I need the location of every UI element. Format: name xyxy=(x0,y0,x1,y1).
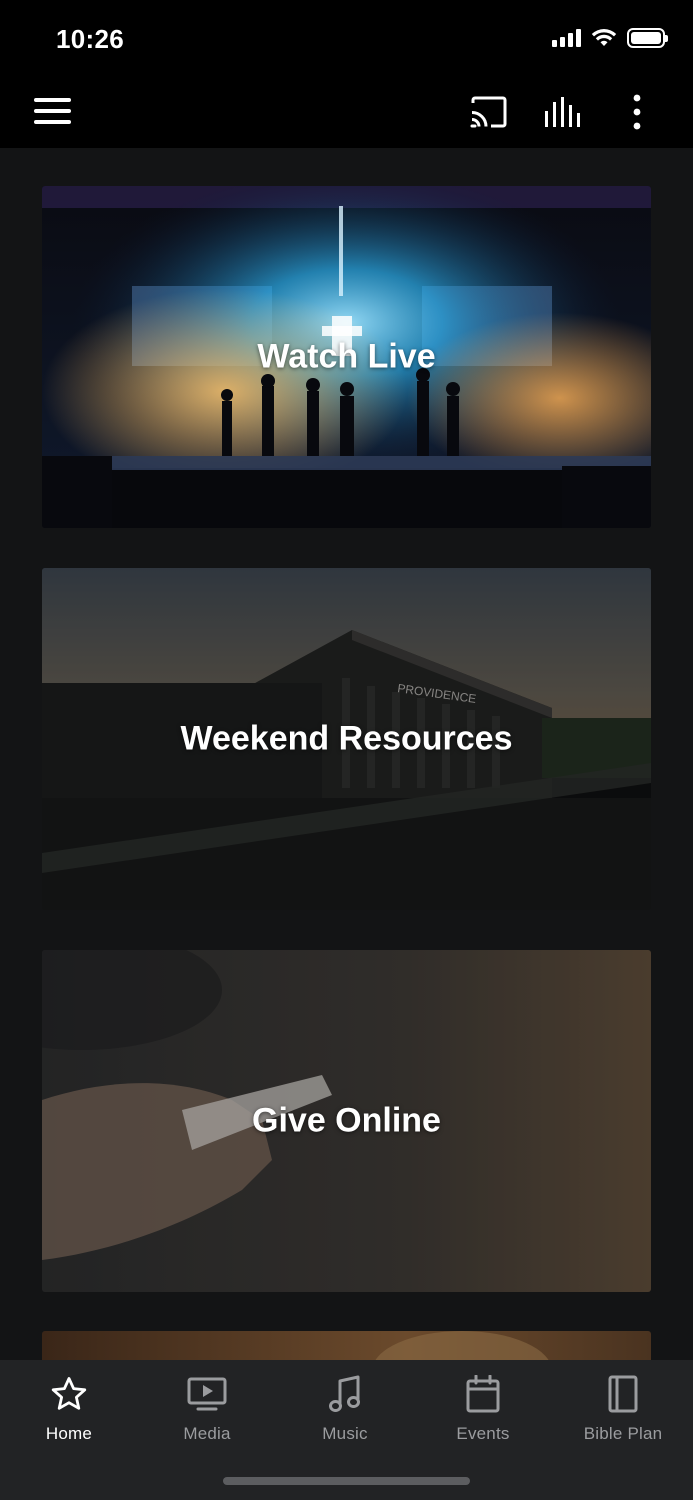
calendar-icon xyxy=(414,1374,552,1414)
home-feed[interactable]: Watch Live PROVIDENCE Weekend Resources … xyxy=(0,148,693,1360)
cast-icon[interactable] xyxy=(469,92,509,132)
hamburger-menu-icon[interactable] xyxy=(34,98,72,126)
cellular-signal-icon xyxy=(552,29,581,47)
tab-music-label: Music xyxy=(322,1424,368,1443)
tab-home-label: Home xyxy=(45,1424,93,1443)
app-root: 10:26 Watch Live PROVIDENCE Weekend Reso… xyxy=(0,0,693,1500)
give-online-title: Give Online xyxy=(252,1101,441,1140)
watch-live-card[interactable]: Watch Live xyxy=(42,186,651,528)
watch-live-title: Watch Live xyxy=(257,337,436,376)
status-icons xyxy=(552,28,668,48)
app-header xyxy=(0,78,693,148)
more-vertical-icon[interactable] xyxy=(617,92,657,132)
tv-icon xyxy=(138,1374,276,1414)
home-indicator xyxy=(223,1477,470,1485)
star-icon xyxy=(0,1374,138,1414)
battery-icon xyxy=(627,28,668,48)
tab-bible-plan[interactable]: Bible Plan xyxy=(553,1374,693,1444)
weekend-resources-title: Weekend Resources xyxy=(180,719,513,758)
tab-media[interactable]: Media xyxy=(138,1374,276,1444)
music-note-icon xyxy=(276,1374,414,1414)
header-actions xyxy=(469,92,657,132)
weekend-resources-card[interactable]: PROVIDENCE Weekend Resources xyxy=(42,568,651,910)
tab-media-label: Media xyxy=(183,1424,231,1443)
tab-events[interactable]: Events xyxy=(414,1374,552,1444)
tab-bible-plan-label: Bible Plan xyxy=(583,1424,663,1443)
status-bar: 10:26 xyxy=(0,0,693,78)
audio-bars-icon[interactable] xyxy=(543,92,583,132)
tab-home[interactable]: Home xyxy=(0,1374,138,1444)
wifi-icon xyxy=(591,29,617,46)
next-card-image xyxy=(42,1331,651,1360)
tab-events-label: Events xyxy=(456,1424,510,1443)
tab-music[interactable]: Music xyxy=(276,1374,414,1444)
give-online-card[interactable]: Give Online xyxy=(42,950,651,1292)
status-time: 10:26 xyxy=(56,24,124,54)
book-icon xyxy=(553,1374,693,1414)
next-card[interactable] xyxy=(42,1331,651,1360)
